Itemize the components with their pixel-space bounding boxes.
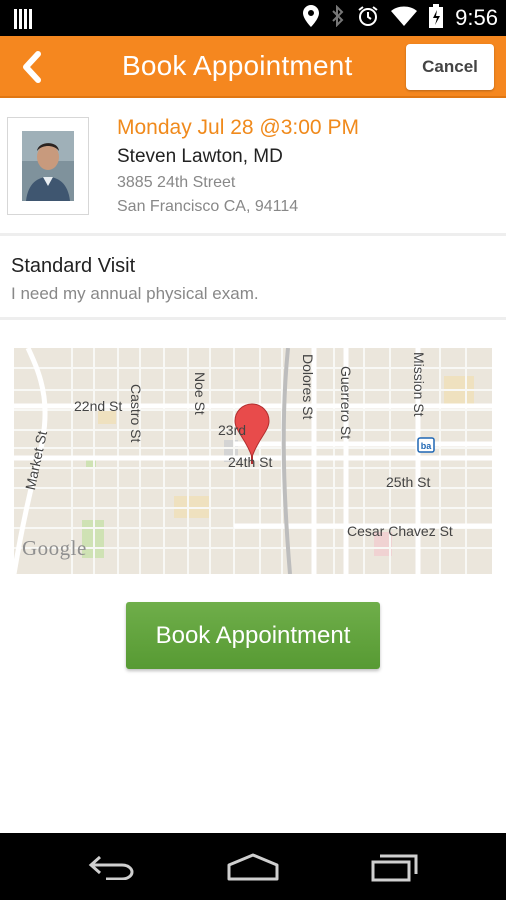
map-label-noe: Noe St bbox=[192, 372, 208, 415]
book-appointment-button[interactable]: Book Appointment bbox=[126, 602, 380, 669]
google-attribution: Google bbox=[22, 536, 87, 560]
page-title: Book Appointment bbox=[122, 50, 353, 81]
map-label-castro: Castro St bbox=[128, 384, 144, 443]
appointment-datetime: Monday Jul 28 @3:00 PM bbox=[117, 116, 359, 139]
signal-bars-icon bbox=[14, 7, 32, 34]
address-line-1: 3885 24th Street bbox=[117, 174, 236, 191]
map-label-mission: Mission St bbox=[411, 352, 427, 417]
map-label-guerrero: Guerrero St bbox=[338, 366, 354, 440]
action-bar: Book Appointment Cancel bbox=[0, 36, 506, 98]
navigation-bar bbox=[0, 833, 506, 900]
map-label-24th: 24th St bbox=[228, 454, 273, 470]
map-label-25th: 25th St bbox=[386, 474, 431, 490]
visit-type: Standard Visit bbox=[11, 255, 136, 277]
address-line-2: San Francisco CA, 94114 bbox=[117, 198, 299, 215]
visit-details: Standard Visit I need my annual physical… bbox=[0, 239, 506, 320]
location-pin-icon bbox=[303, 4, 320, 32]
back-arrow-icon[interactable] bbox=[77, 847, 147, 887]
visit-reason: I need my annual physical exam. bbox=[11, 284, 259, 303]
back-chevron-icon[interactable] bbox=[18, 50, 48, 84]
map-label-23rd: 23rd bbox=[218, 422, 247, 438]
status-bar: 9:56 bbox=[0, 0, 506, 36]
clock-time: 9:56 bbox=[455, 5, 498, 30]
battery-icon bbox=[429, 3, 444, 33]
map-label-dolores: Dolores St bbox=[300, 354, 316, 420]
appointment-summary: Monday Jul 28 @3:00 PM Steven Lawton, MD… bbox=[0, 98, 506, 236]
bluetooth-icon bbox=[331, 4, 345, 32]
doctor-photo bbox=[22, 131, 74, 201]
home-icon[interactable] bbox=[218, 847, 288, 887]
wifi-icon bbox=[391, 6, 418, 31]
recent-apps-icon[interactable] bbox=[360, 847, 430, 887]
transit-badge: ba bbox=[421, 441, 432, 451]
location-map[interactable]: ba 22nd St Castro St Noe St Dolores St G… bbox=[14, 348, 492, 574]
alarm-icon bbox=[357, 5, 379, 32]
map-label-22nd: 22nd St bbox=[74, 398, 123, 414]
map-label-cesar-chavez: Cesar Chavez St bbox=[347, 523, 453, 539]
doctor-name: Steven Lawton, MD bbox=[117, 146, 283, 167]
doctor-photo-frame bbox=[7, 117, 89, 215]
cancel-button[interactable]: Cancel bbox=[406, 44, 494, 90]
